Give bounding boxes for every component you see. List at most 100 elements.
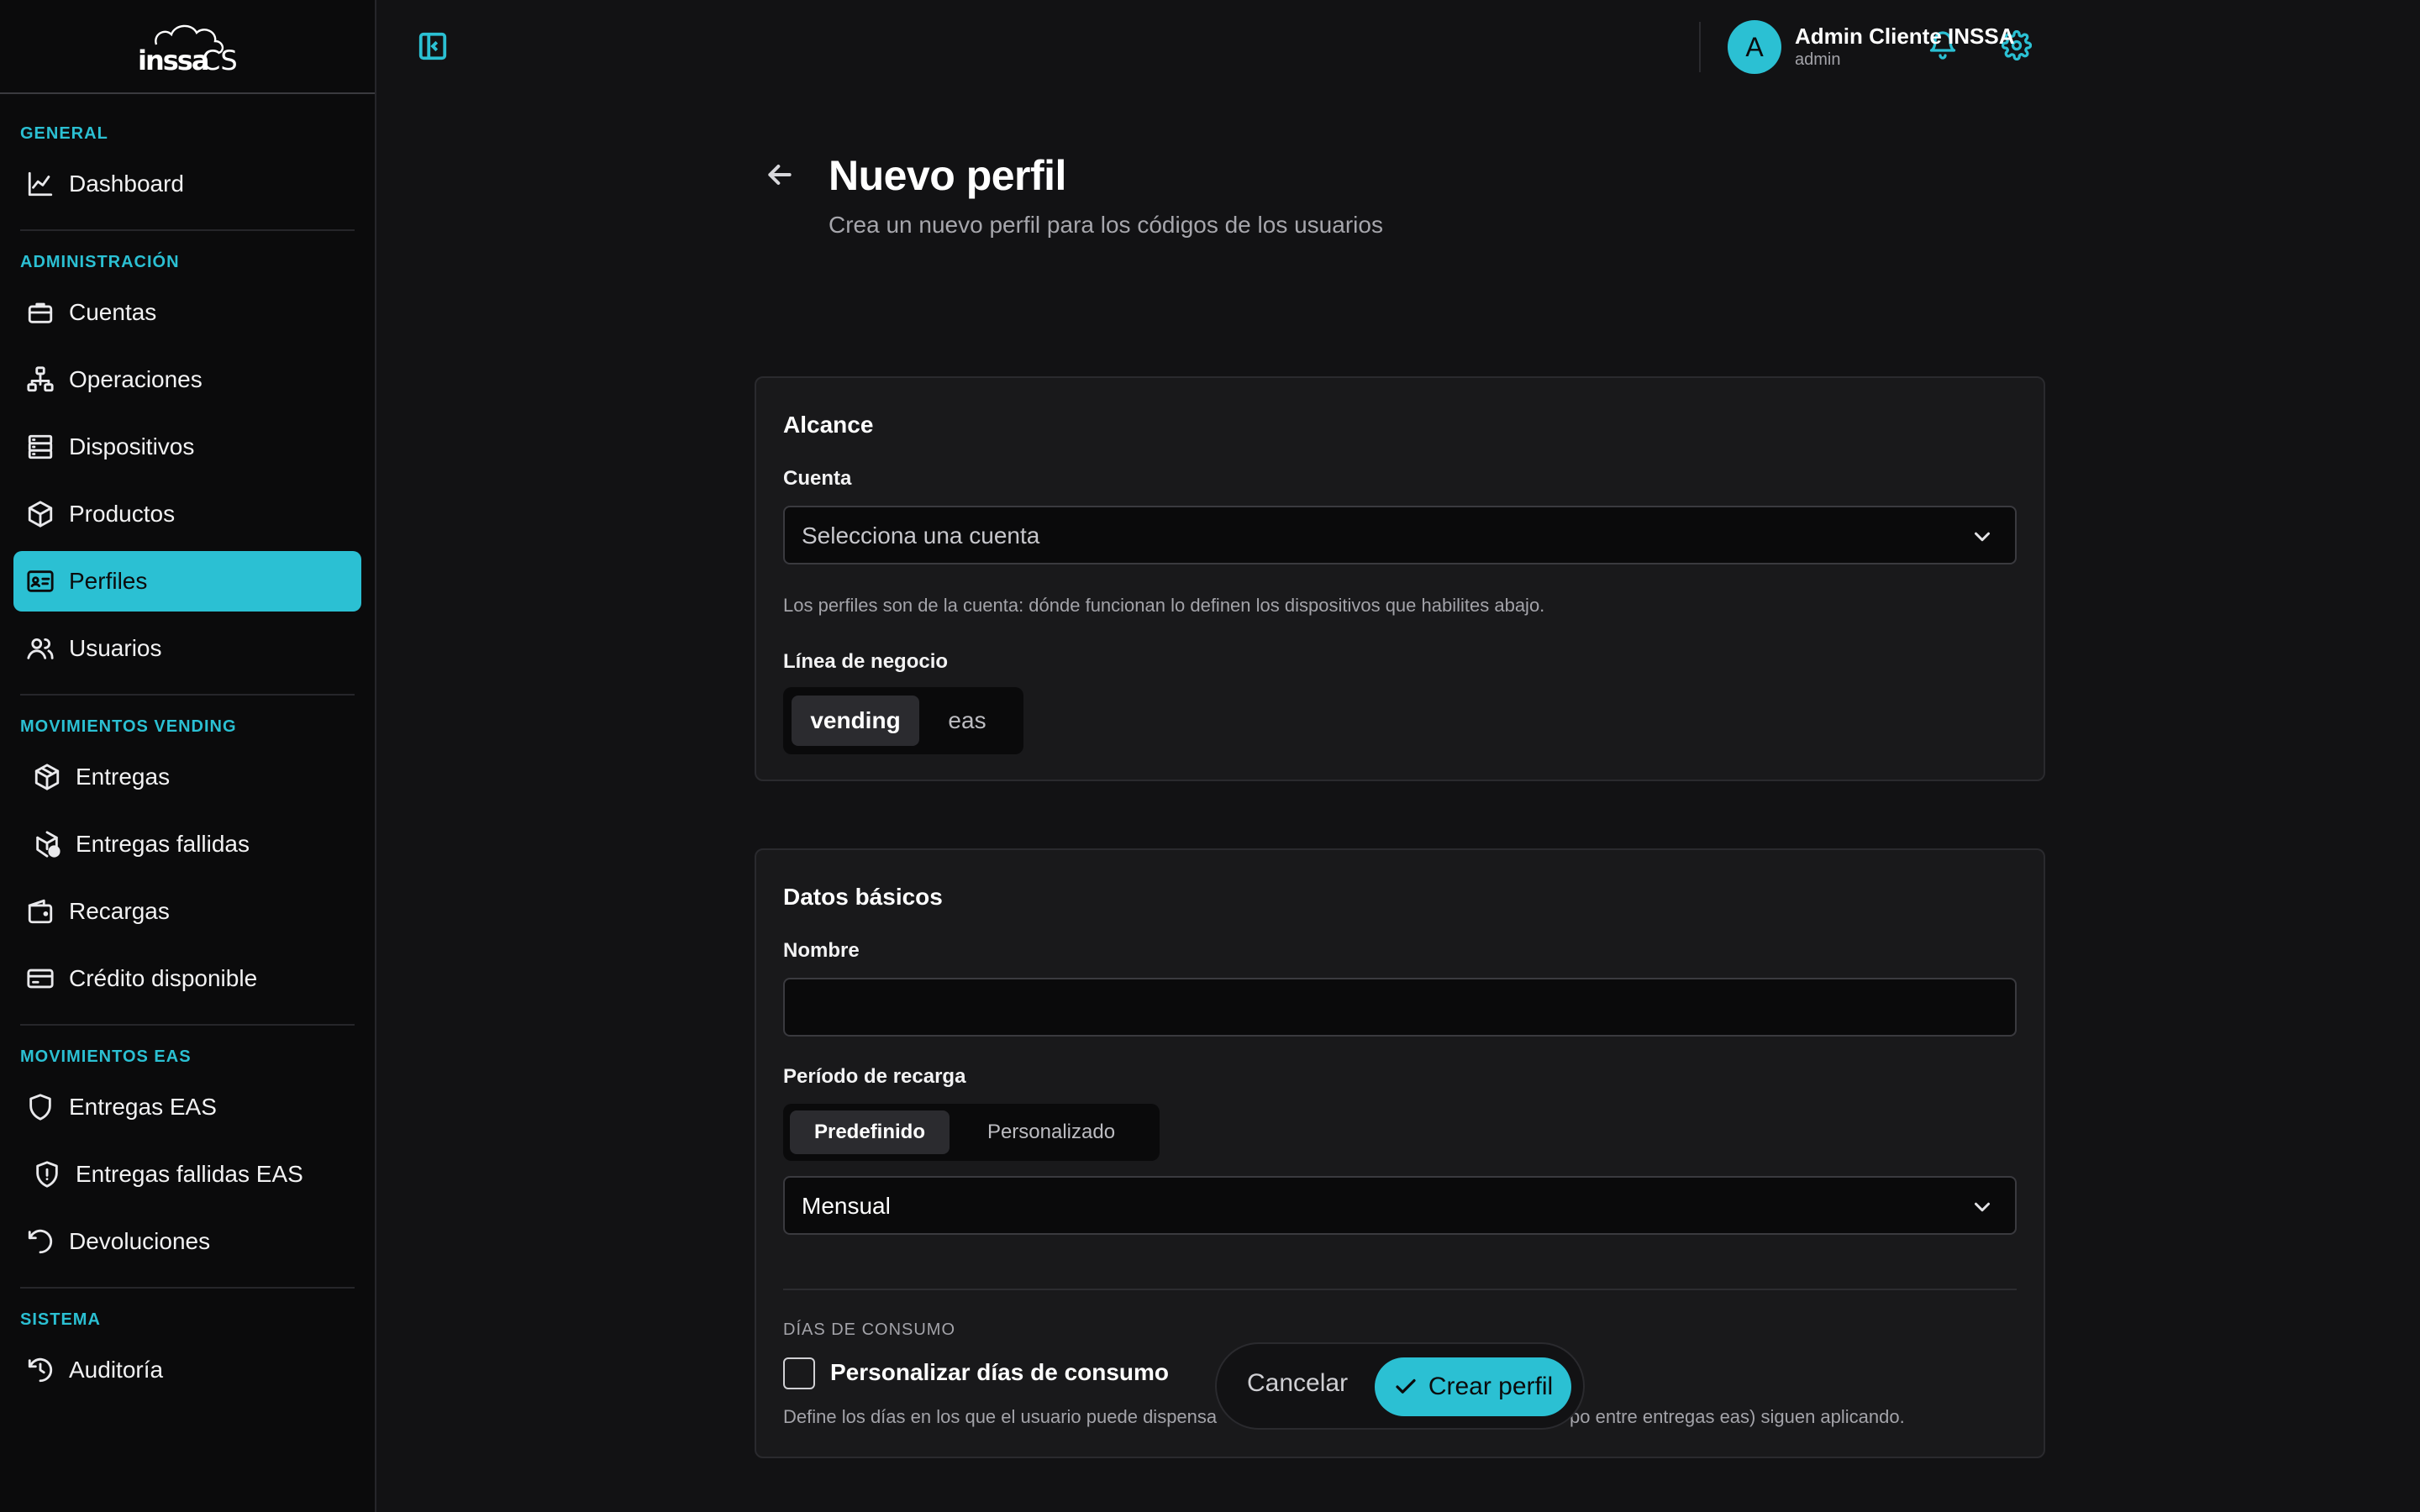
linea-negocio-toggle: vending eas bbox=[783, 687, 1023, 754]
sidebar-item-label: Recargas bbox=[69, 898, 170, 924]
sidebar-item-label: Entregas bbox=[76, 764, 171, 790]
server-icon bbox=[25, 432, 55, 462]
sidebar-item-label: Dashboard bbox=[69, 171, 184, 197]
periodo-option-predefinido[interactable]: Predefinido bbox=[790, 1110, 950, 1154]
linea-option-eas[interactable]: eas bbox=[919, 696, 1015, 746]
sidebar-nav: GENERAL Dashboard ADMINISTRACIÓN Cuentas… bbox=[0, 94, 375, 1400]
users-icon bbox=[25, 633, 55, 664]
section-title-movimientos-eas: MOVIMIENTOS EAS bbox=[20, 1047, 192, 1066]
id-card-icon bbox=[25, 566, 55, 596]
topbar-separator bbox=[1699, 22, 1701, 72]
personalizar-dias-label[interactable]: Personalizar días de consumo bbox=[830, 1359, 1169, 1386]
sidebar-item-label: Operaciones bbox=[69, 366, 203, 392]
sidebar-item-dashboard[interactable]: Dashboard bbox=[13, 154, 361, 214]
card-title: Datos básicos bbox=[783, 884, 943, 910]
svg-text:inssa: inssa bbox=[138, 45, 208, 76]
check-icon bbox=[1396, 1378, 1416, 1394]
chart-line-icon bbox=[25, 169, 55, 199]
dias-consumo-section-title: DÍAS DE CONSUMO bbox=[783, 1320, 956, 1339]
sidebar-item-entregas-fallidas-eas[interactable]: Entregas fallidas EAS bbox=[13, 1144, 361, 1205]
shield-icon bbox=[25, 1092, 55, 1122]
divider bbox=[20, 1287, 355, 1289]
periodo-select-value: Mensual bbox=[802, 1193, 891, 1219]
back-button[interactable] bbox=[763, 158, 800, 195]
cuenta-label: Cuenta bbox=[783, 467, 852, 490]
sidebar-item-label: Cuentas bbox=[69, 299, 157, 325]
svg-text:CS: CS bbox=[202, 45, 238, 76]
avatar[interactable]: A bbox=[1728, 20, 1781, 74]
sidebar-item-label: Entregas fallidas bbox=[76, 831, 250, 857]
briefcase-icon bbox=[25, 297, 55, 328]
create-profile-label: Crear perfil bbox=[1428, 1373, 1554, 1400]
wallet-icon bbox=[25, 896, 55, 927]
sidebar-item-label: Productos bbox=[69, 501, 176, 527]
sidebar-item-perfiles[interactable]: Perfiles bbox=[13, 551, 361, 612]
cuenta-helper-text: Los perfiles son de la cuenta: dónde fun… bbox=[783, 595, 1545, 616]
dias-helper-text-right: po entre entregas eas) siguen aplicando. bbox=[1570, 1406, 1905, 1427]
logo[interactable]: inssa CS bbox=[0, 0, 375, 94]
section-title-administracion: ADMINISTRACIÓN bbox=[20, 253, 180, 271]
section-divider bbox=[783, 1289, 2017, 1290]
sidebar-item-dispositivos[interactable]: Dispositivos bbox=[13, 417, 361, 477]
panel-left-icon bbox=[418, 32, 447, 60]
divider bbox=[20, 229, 355, 231]
topbar bbox=[376, 0, 2420, 94]
sidebar-item-label: Perfiles bbox=[69, 568, 148, 594]
sidebar-item-credito-disponible[interactable]: Crédito disponible bbox=[13, 948, 361, 1009]
section-title-sistema: SISTEMA bbox=[20, 1310, 101, 1329]
sidebar-item-entregas[interactable]: Entregas bbox=[13, 747, 361, 807]
network-icon bbox=[25, 365, 55, 395]
history-icon bbox=[25, 1355, 55, 1385]
chevron-down-icon bbox=[1970, 524, 1995, 549]
periodo-recarga-label: Período de recarga bbox=[783, 1065, 966, 1088]
sidebar-item-label: Auditoría bbox=[69, 1357, 164, 1383]
divider bbox=[20, 694, 355, 696]
chevron-down-icon bbox=[1970, 1194, 1995, 1220]
arrow-left-icon bbox=[768, 165, 792, 185]
sidebar-item-recargas[interactable]: Recargas bbox=[13, 881, 361, 942]
sidebar-item-entregas-fallidas[interactable]: Entregas fallidas bbox=[13, 814, 361, 874]
cuenta-select[interactable]: Selecciona una cuenta bbox=[783, 506, 2017, 564]
shield-alert-icon bbox=[32, 1159, 62, 1189]
inssa-cloud-logo-icon: inssa CS bbox=[138, 24, 238, 76]
nombre-input[interactable] bbox=[783, 978, 2017, 1037]
personalizar-dias-checkbox[interactable] bbox=[783, 1357, 815, 1389]
sidebar-item-cuentas[interactable]: Cuentas bbox=[13, 282, 361, 343]
rotate-ccw-icon bbox=[25, 1226, 55, 1257]
sidebar-toggle-button[interactable] bbox=[417, 30, 450, 64]
sidebar-item-label: Entregas fallidas EAS bbox=[76, 1161, 303, 1187]
linea-option-vending[interactable]: vending bbox=[792, 696, 919, 746]
section-title-general: GENERAL bbox=[20, 124, 108, 143]
dias-helper-text-left: Define los días en los que el usuario pu… bbox=[783, 1406, 1218, 1427]
sidebar-item-productos[interactable]: Productos bbox=[13, 484, 361, 544]
box-icon bbox=[32, 762, 62, 792]
user-role: admin bbox=[1795, 50, 1841, 69]
sidebar-item-label: Dispositivos bbox=[69, 433, 195, 459]
sidebar-item-devoluciones[interactable]: Devoluciones bbox=[13, 1211, 361, 1272]
box-alert-icon bbox=[32, 829, 62, 859]
sidebar-item-label: Devoluciones bbox=[69, 1228, 211, 1254]
sidebar-item-auditoria[interactable]: Auditoría bbox=[13, 1340, 361, 1400]
sidebar-item-label: Usuarios bbox=[69, 635, 162, 661]
periodo-option-personalizado[interactable]: Personalizado bbox=[950, 1110, 1153, 1154]
divider bbox=[20, 1024, 355, 1026]
user-name[interactable]: Admin Cliente INSSA bbox=[1795, 24, 2014, 50]
cancel-button[interactable]: Cancelar bbox=[1247, 1369, 1348, 1398]
sidebar-item-operaciones[interactable]: Operaciones bbox=[13, 349, 361, 410]
credit-card-icon bbox=[25, 963, 55, 994]
page-subtitle: Crea un nuevo perfil para los códigos de… bbox=[829, 212, 1383, 238]
sidebar-item-label: Entregas EAS bbox=[69, 1094, 217, 1120]
sidebar-item-entregas-eas[interactable]: Entregas EAS bbox=[13, 1077, 361, 1137]
package-icon bbox=[25, 499, 55, 529]
periodo-select[interactable]: Mensual bbox=[783, 1176, 2017, 1235]
sidebar: inssa CS GENERAL Dashboard ADMINISTRACIÓ… bbox=[0, 0, 376, 1512]
page-title: Nuevo perfil bbox=[829, 152, 1066, 199]
linea-negocio-label: Línea de negocio bbox=[783, 650, 949, 673]
form-action-bar: Cancelar Crear perfil bbox=[1215, 1342, 1585, 1430]
sidebar-item-usuarios[interactable]: Usuarios bbox=[13, 618, 361, 679]
nombre-label: Nombre bbox=[783, 939, 860, 962]
sidebar-item-label: Crédito disponible bbox=[69, 965, 258, 991]
create-profile-button[interactable]: Crear perfil bbox=[1375, 1357, 1571, 1416]
periodo-recarga-toggle: Predefinido Personalizado bbox=[783, 1104, 1160, 1161]
cuenta-select-value: Selecciona una cuenta bbox=[802, 522, 1040, 549]
